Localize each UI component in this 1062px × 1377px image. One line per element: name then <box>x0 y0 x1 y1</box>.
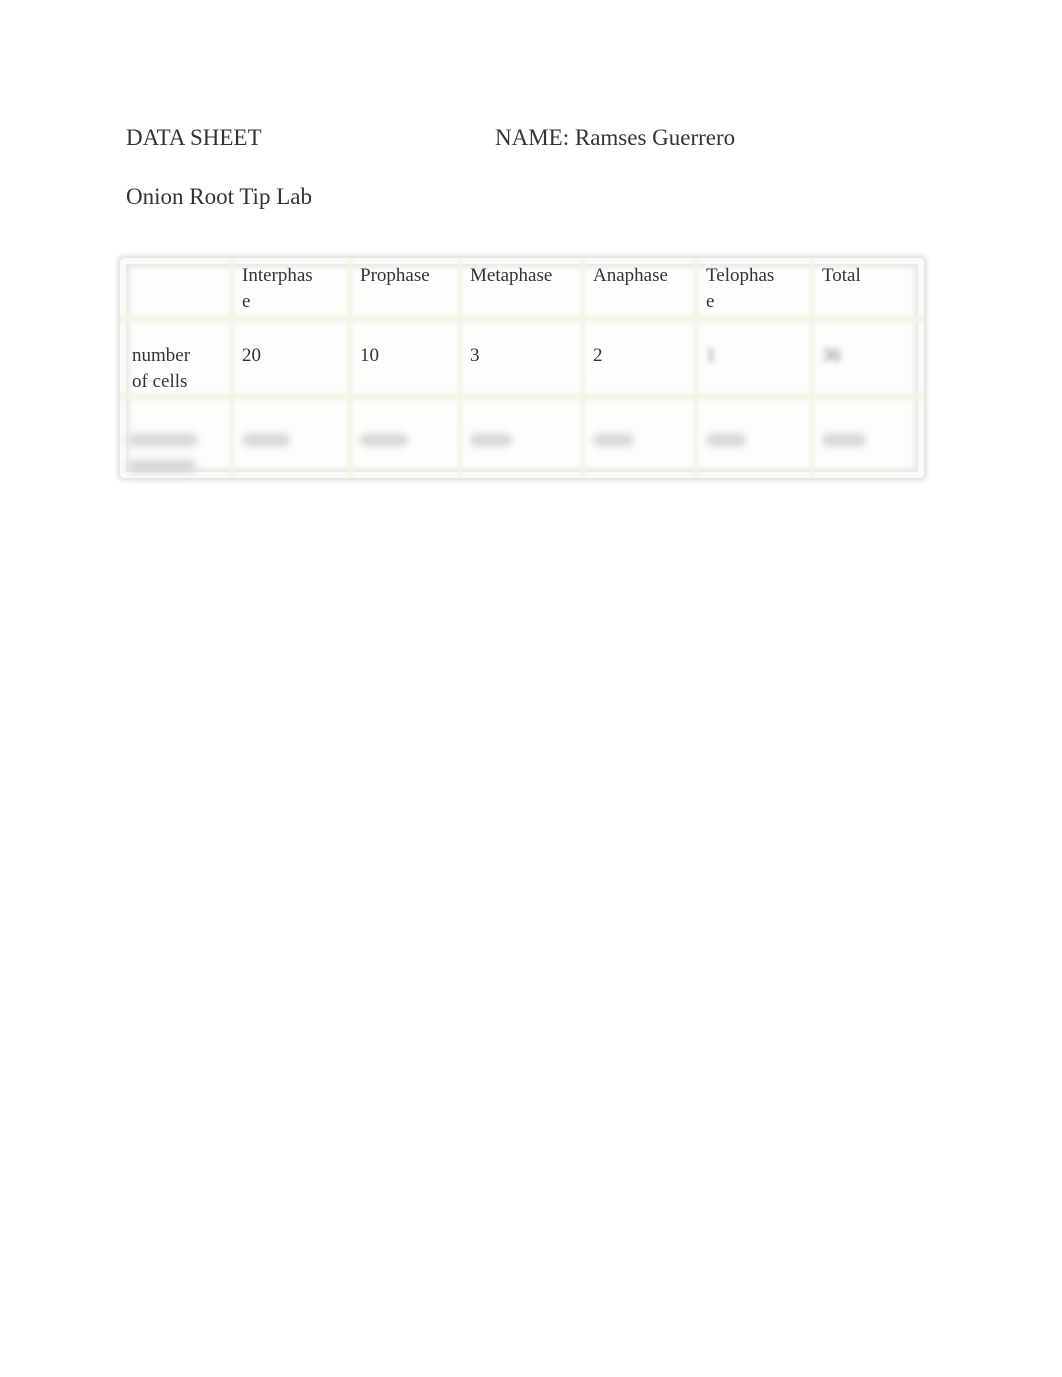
cell-telophase-count: 1 <box>706 345 716 366</box>
cell-total-count: 36 <box>822 345 841 366</box>
cell-anaphase-count: 2 <box>593 345 603 366</box>
grid-line <box>691 258 701 478</box>
row-label-blurred <box>128 434 198 446</box>
grid-line <box>807 258 817 478</box>
column-header-prophase: Prophase <box>360 265 430 286</box>
row-label-number-of-cells: number of cells <box>132 345 191 392</box>
grid-line <box>578 258 588 478</box>
row-label-blurred <box>128 460 196 472</box>
grid-line <box>455 258 465 478</box>
grid-line <box>120 390 924 404</box>
grid-line <box>345 258 355 478</box>
cell-interphase-count: 20 <box>242 345 261 366</box>
column-header-interphase: Interphas e <box>242 265 313 312</box>
cell-blurred <box>360 434 408 446</box>
column-header-telophase: Telophas e <box>706 265 775 312</box>
cell-prophase-count: 10 <box>360 345 379 366</box>
table-grid <box>120 258 924 478</box>
lab-title: Onion Root Tip Lab <box>126 184 312 209</box>
column-header-metaphase: Metaphase <box>470 265 553 286</box>
cell-blurred <box>706 434 746 446</box>
document-title: DATA SHEET <box>126 125 262 150</box>
cell-blurred <box>593 434 633 446</box>
column-header-anaphase: Anaphase <box>593 265 668 286</box>
column-header-total: Total <box>822 265 861 286</box>
student-name: NAME: Ramses Guerrero <box>495 125 736 150</box>
cell-blurred <box>822 434 866 446</box>
cell-blurred <box>242 434 290 446</box>
data-table: Interphas e Prophase Metaphase Anaphase … <box>120 258 924 478</box>
grid-line <box>227 258 237 478</box>
cell-metaphase-count: 3 <box>470 345 480 366</box>
cell-blurred <box>470 434 512 446</box>
grid-line <box>120 312 924 326</box>
